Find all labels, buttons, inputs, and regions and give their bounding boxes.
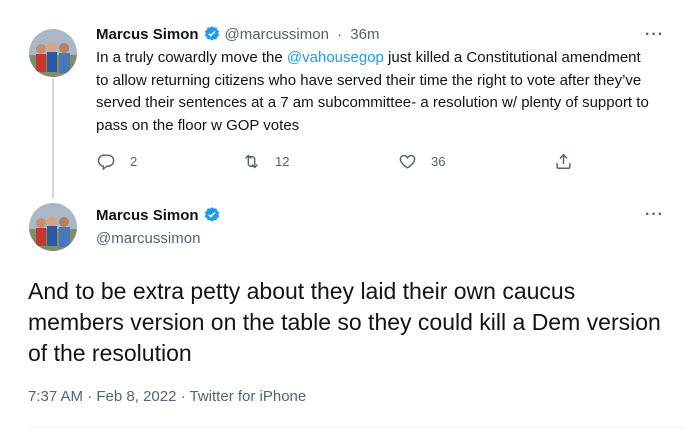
share-icon [556,153,571,169]
divider [28,427,685,428]
timestamp[interactable]: 36m [350,26,379,43]
separator-dot: · [83,388,97,405]
author-handle[interactable]: @marcussimon [96,230,200,247]
share-button[interactable] [554,152,573,171]
tweet-text: In a truly cowardly move the @vahousegop… [96,47,656,137]
like-icon [399,154,416,169]
separator-dot: · [176,388,190,405]
like-count: 36 [431,154,446,169]
reply-button[interactable]: 2 [97,152,137,171]
verified-badge-icon [203,206,221,224]
verified-badge-icon [203,25,221,43]
mention-link[interactable]: @vahousegop [287,49,384,66]
author-name[interactable]: Marcus Simon [96,207,199,224]
more-icon[interactable]: ··· [645,26,664,44]
tweet-meta: 7:37 AM · Feb 8, 2022 · Twitter for iPho… [28,388,306,405]
separator-dot: · [332,25,347,43]
avatar[interactable] [29,29,77,77]
tweet-date[interactable]: Feb 8, 2022 [96,388,176,405]
retweet-button[interactable]: 12 [242,152,289,171]
thread-line [52,78,54,198]
reply-count: 2 [130,154,138,169]
author-handle[interactable]: @marcussimon [225,26,329,43]
tweet-text: And to be extra petty about they laid th… [28,278,661,366]
avatar[interactable] [29,203,77,251]
tweet-source[interactable]: Twitter for iPhone [190,388,307,405]
timestamp[interactable]: 7:37 AM [28,388,83,405]
author-name[interactable]: Marcus Simon [96,26,199,43]
tweet-text-prefix: In a truly cowardly move the [96,49,287,66]
tweet-header: Marcus Simon @marcussimon · 36m [96,25,379,43]
retweet-count: 12 [275,154,290,169]
more-icon[interactable]: ··· [645,206,664,224]
reply-icon [97,154,115,171]
like-button[interactable]: 36 [398,152,445,171]
tweet-header: Marcus Simon [96,206,221,224]
retweet-icon [245,154,258,169]
